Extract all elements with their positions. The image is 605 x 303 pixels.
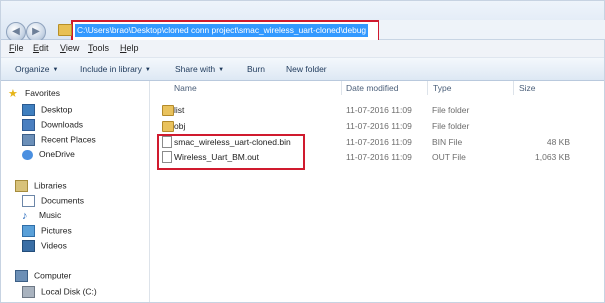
nav-documents-label: Documents bbox=[41, 195, 84, 206]
address-strip: ◀ ▶ C:\Users\brao\Desktop\cloned conn pr… bbox=[1, 1, 605, 42]
nav-localdisk-label: Local Disk (C:) bbox=[41, 286, 97, 297]
nav-documents[interactable]: Documents bbox=[22, 195, 84, 207]
nav-videos-label: Videos bbox=[41, 240, 67, 251]
file-type: BIN File bbox=[432, 137, 463, 147]
nav-desktop[interactable]: Desktop bbox=[22, 104, 72, 116]
address-path[interactable]: C:\Users\brao\Desktop\cloned conn projec… bbox=[75, 24, 369, 37]
drive-icon bbox=[22, 286, 35, 298]
file-date: 11-07-2016 11:09 bbox=[346, 105, 412, 115]
include-label: Include in library bbox=[80, 64, 142, 74]
nav-pictures[interactable]: Pictures bbox=[22, 225, 72, 237]
share-label: Share with bbox=[175, 64, 216, 74]
file-row[interactable]: list 11-07-2016 11:09 File folder bbox=[160, 103, 580, 117]
address-bar[interactable]: C:\Users\brao\Desktop\cloned conn projec… bbox=[58, 20, 380, 42]
nav-music-label: Music bbox=[39, 210, 62, 220]
include-in-library-button[interactable]: Include in library ▼ bbox=[80, 64, 151, 74]
file-size: 48 KB bbox=[546, 137, 570, 147]
libraries-icon bbox=[15, 180, 28, 192]
menu-view[interactable]: View bbox=[60, 43, 79, 53]
back-button[interactable]: ◀ bbox=[6, 22, 26, 42]
nav-music[interactable]: ♪ Music bbox=[22, 210, 61, 221]
menu-bar: File Edit View Tools Help bbox=[1, 40, 604, 58]
folder-icon bbox=[58, 24, 72, 36]
nav-libraries[interactable]: Libraries bbox=[15, 180, 67, 192]
file-type: File folder bbox=[432, 121, 470, 131]
videos-icon bbox=[22, 240, 35, 252]
documents-icon bbox=[22, 195, 35, 207]
nav-local-disk[interactable]: Local Disk (C:) bbox=[22, 286, 97, 298]
folder-icon bbox=[162, 105, 174, 116]
file-name: list bbox=[174, 105, 185, 115]
menu-file[interactable]: File bbox=[9, 43, 24, 53]
dropdown-caret-icon: ▼ bbox=[52, 67, 59, 73]
organize-button[interactable]: Organize ▼ bbox=[15, 64, 58, 74]
desktop-icon bbox=[22, 104, 35, 116]
nav-onedrive-label: OneDrive bbox=[39, 149, 75, 159]
recent-places-icon bbox=[22, 134, 35, 146]
nav-recent-label: Recent Places bbox=[41, 134, 96, 145]
column-divider[interactable] bbox=[513, 81, 514, 95]
nav-computer[interactable]: Computer bbox=[15, 270, 71, 282]
file-date: 11-07-2016 11:09 bbox=[346, 121, 412, 131]
downloads-icon bbox=[22, 119, 35, 131]
column-divider[interactable] bbox=[427, 81, 428, 95]
highlight-box bbox=[157, 134, 305, 170]
burn-button[interactable]: Burn bbox=[247, 64, 265, 74]
nav-onedrive[interactable]: OneDrive bbox=[22, 149, 75, 160]
menu-help[interactable]: Help bbox=[120, 43, 139, 53]
nav-favorites[interactable]: ★ Favorites bbox=[8, 88, 60, 99]
menu-tools[interactable]: Tools bbox=[88, 43, 109, 53]
column-header-name[interactable]: Name bbox=[174, 83, 197, 93]
command-bar: Organize ▼ Include in library ▼ Share with… bbox=[1, 58, 604, 81]
column-header-size[interactable]: Size bbox=[519, 83, 536, 93]
address-bar-extension bbox=[379, 20, 605, 40]
pictures-icon bbox=[22, 225, 35, 237]
cloud-icon bbox=[22, 149, 33, 160]
column-divider[interactable] bbox=[341, 81, 342, 95]
music-icon: ♪ bbox=[22, 209, 28, 222]
computer-icon bbox=[15, 270, 28, 282]
nav-videos[interactable]: Videos bbox=[22, 240, 67, 252]
nav-downloads-label: Downloads bbox=[41, 119, 84, 130]
nav-desktop-label: Desktop bbox=[41, 104, 73, 115]
file-size: 1,063 KB bbox=[535, 152, 570, 162]
menu-edit[interactable]: Edit bbox=[33, 43, 49, 53]
file-type: OUT File bbox=[432, 152, 466, 162]
column-header-type[interactable]: Type bbox=[433, 83, 451, 93]
nav-pictures-label: Pictures bbox=[41, 225, 72, 236]
nav-computer-label: Computer bbox=[34, 270, 72, 281]
share-with-button[interactable]: Share with ▼ bbox=[175, 64, 224, 74]
nav-recent-places[interactable]: Recent Places bbox=[22, 134, 96, 146]
file-name: obj bbox=[174, 121, 186, 131]
nav-downloads[interactable]: Downloads bbox=[22, 119, 83, 131]
dropdown-caret-icon: ▼ bbox=[144, 67, 151, 73]
organize-label: Organize bbox=[15, 64, 50, 74]
dropdown-caret-icon: ▼ bbox=[218, 67, 225, 73]
column-header-date[interactable]: Date modified bbox=[346, 83, 398, 93]
nav-libraries-label: Libraries bbox=[34, 180, 67, 191]
file-date: 11-07-2016 11:09 bbox=[346, 152, 412, 162]
nav-favorites-label: Favorites bbox=[25, 88, 60, 98]
forward-button[interactable]: ▶ bbox=[26, 22, 46, 42]
file-type: File folder bbox=[432, 105, 470, 115]
folder-icon bbox=[162, 121, 174, 132]
star-icon: ★ bbox=[8, 87, 18, 100]
file-date: 11-07-2016 11:09 bbox=[346, 137, 412, 147]
file-row[interactable]: obj 11-07-2016 11:09 File folder bbox=[160, 119, 580, 133]
new-folder-button[interactable]: New folder bbox=[286, 64, 327, 74]
